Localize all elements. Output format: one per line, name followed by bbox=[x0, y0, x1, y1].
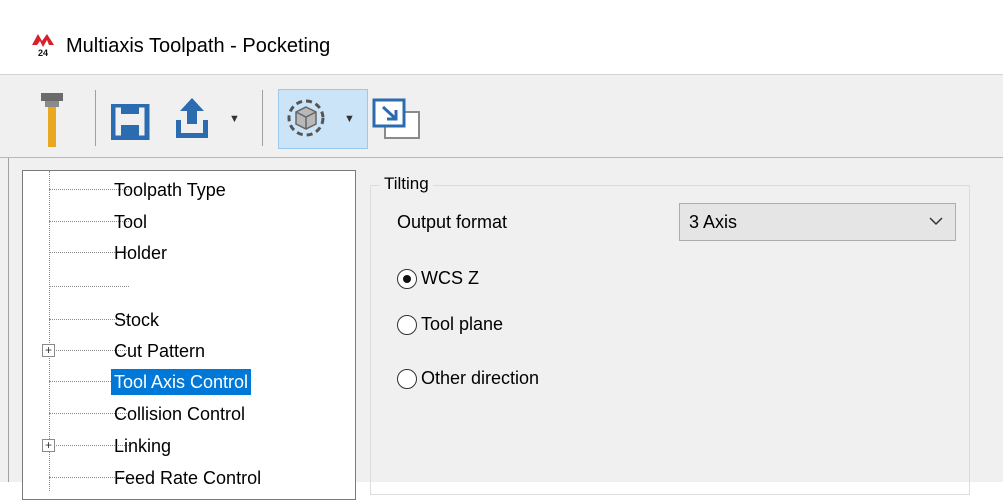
expand-plus-icon[interactable]: + bbox=[42, 439, 55, 452]
tree-item-collision-control[interactable]: Collision Control bbox=[23, 399, 355, 429]
tree-item-label bbox=[111, 274, 117, 300]
toolbar-separator bbox=[95, 90, 96, 146]
tree-item-label: Toolpath Type bbox=[114, 180, 226, 200]
parameter-tree[interactable]: Toolpath Type Tool Holder Stock + Cut Pa… bbox=[22, 170, 356, 500]
expand-plus-icon[interactable]: + bbox=[42, 344, 55, 357]
tree-item-label: Holder bbox=[114, 243, 168, 263]
tree-item-cut-pattern[interactable]: + Cut Pattern bbox=[23, 336, 355, 366]
tree-item-toolpath-type[interactable]: Toolpath Type bbox=[23, 175, 355, 205]
radio-button[interactable] bbox=[397, 369, 417, 389]
view-dropdown-arrow-icon[interactable]: ▼ bbox=[344, 113, 355, 125]
tree-item-label: Tool Axis Control bbox=[111, 369, 252, 395]
tree-item-label: Collision Control bbox=[114, 404, 246, 424]
title-bar: 24 Multiaxis Toolpath - Pocketing bbox=[0, 0, 1003, 75]
dialog-left-border bbox=[8, 158, 9, 482]
output-format-select[interactable]: 3 Axis bbox=[679, 203, 956, 241]
tree-item-linking[interactable]: + Linking bbox=[23, 431, 355, 461]
output-format-label: Output format bbox=[397, 212, 508, 232]
chevron-down-icon bbox=[929, 217, 943, 226]
view-cube-icon[interactable] bbox=[285, 97, 327, 139]
export-dropdown-arrow-icon[interactable]: ▼ bbox=[229, 113, 240, 125]
toolbar-separator bbox=[262, 90, 263, 146]
tree-item-feed-rate-control[interactable]: Feed Rate Control bbox=[23, 463, 355, 493]
radio-label: Tool plane bbox=[421, 314, 504, 334]
tool-icon[interactable] bbox=[40, 93, 64, 147]
tilting-group-title: Tilting bbox=[380, 174, 433, 194]
output-format-value: 3 Axis bbox=[689, 212, 738, 232]
radio-checked-dot bbox=[403, 275, 411, 283]
window-title: Multiaxis Toolpath - Pocketing bbox=[66, 35, 331, 57]
logo-number: 24 bbox=[38, 48, 48, 57]
radio-button[interactable] bbox=[397, 315, 417, 335]
tree-item-stock[interactable]: Stock bbox=[23, 305, 355, 335]
radio-label: WCS Z bbox=[421, 268, 479, 288]
tree-item-label: Linking bbox=[114, 436, 172, 456]
tree-item-empty[interactable] bbox=[23, 272, 355, 302]
tree-item-label: Tool bbox=[114, 212, 148, 232]
app-logo-icon: 24 bbox=[32, 34, 54, 57]
preview-window-icon[interactable] bbox=[372, 98, 422, 140]
tree-item-tool[interactable]: Tool bbox=[23, 207, 355, 237]
radio-label: Other direction bbox=[421, 368, 540, 388]
tree-item-label: Feed Rate Control bbox=[114, 468, 262, 488]
save-icon[interactable] bbox=[111, 104, 153, 140]
tree-item-holder[interactable]: Holder bbox=[23, 238, 355, 268]
tree-item-tool-axis-control[interactable]: Tool Axis Control bbox=[23, 367, 355, 397]
export-icon[interactable] bbox=[174, 98, 214, 140]
tree-item-label: Cut Pattern bbox=[114, 341, 206, 361]
tree-item-label: Stock bbox=[114, 310, 160, 330]
radio-button[interactable] bbox=[397, 269, 417, 289]
